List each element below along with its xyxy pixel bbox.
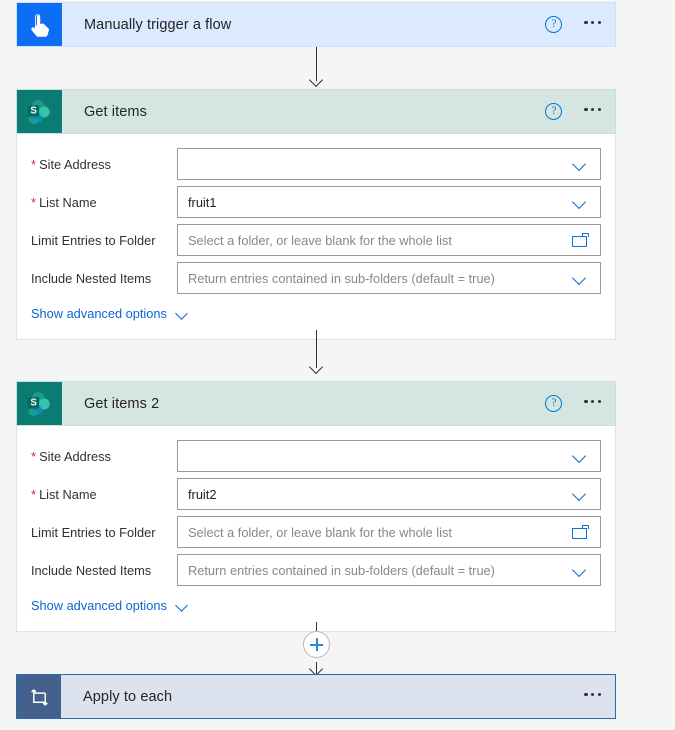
show-advanced-options-link[interactable]: Show advanced options xyxy=(31,306,601,321)
step-header-actions: ? xyxy=(545,3,615,46)
required-asterisk: * xyxy=(31,448,37,464)
chevron-down-icon[interactable] xyxy=(572,194,588,210)
link-text: Show advanced options xyxy=(31,306,167,321)
step-body: * Site Address * List Name fruit1 Limit … xyxy=(16,134,616,340)
flow-designer-canvas: Manually trigger a flow ? S Get items ? … xyxy=(0,0,675,730)
link-text: Show advanced options xyxy=(31,598,167,613)
tap-hand-icon xyxy=(17,3,62,46)
label-text: List Name xyxy=(39,486,97,502)
sharepoint-icon: S xyxy=(17,382,62,425)
show-advanced-options-link[interactable]: Show advanced options xyxy=(31,598,601,613)
label-text: Include Nested Items xyxy=(31,562,152,578)
field-label: Limit Entries to Folder xyxy=(31,233,177,248)
field-label: * List Name xyxy=(31,487,177,502)
label-text: Limit Entries to Folder xyxy=(31,524,156,540)
input-placeholder: Select a folder, or leave blank for the … xyxy=(188,524,452,540)
list-name-input[interactable]: fruit2 xyxy=(177,478,601,510)
chevron-down-icon[interactable] xyxy=(572,270,588,286)
label-text: Limit Entries to Folder xyxy=(31,232,156,248)
include-nested-input[interactable]: Return entries contained in sub-folders … xyxy=(177,554,601,586)
step-header[interactable]: S Get items 2 ? xyxy=(16,381,616,426)
sharepoint-glyph: S xyxy=(27,100,50,125)
flow-step-trigger[interactable]: Manually trigger a flow ? xyxy=(16,2,616,47)
more-commands-icon[interactable] xyxy=(584,399,601,407)
label-text: Include Nested Items xyxy=(31,270,152,286)
limit-entries-input[interactable]: Select a folder, or leave blank for the … xyxy=(177,516,601,548)
field-include-nested-items: Include Nested Items Return entries cont… xyxy=(31,554,601,586)
input-value: fruit2 xyxy=(188,486,217,502)
step-header-actions: ? xyxy=(545,382,615,425)
step-title: Apply to each xyxy=(83,688,173,705)
chevron-down-icon xyxy=(176,307,190,321)
loop-glyph xyxy=(30,689,48,706)
required-asterisk: * xyxy=(31,156,37,172)
input-placeholder: Return entries contained in sub-folders … xyxy=(188,270,495,286)
field-label: * Site Address xyxy=(31,449,177,464)
step-title: Manually trigger a flow xyxy=(84,16,232,33)
connector-getitems1-to-getitems2 xyxy=(309,330,325,375)
list-name-input[interactable]: fruit1 xyxy=(177,186,601,218)
flow-step-get-items-2[interactable]: S Get items 2 ? * Site Address * List Na… xyxy=(16,381,616,632)
site-address-input[interactable] xyxy=(177,148,601,180)
more-commands-icon[interactable] xyxy=(584,692,601,700)
field-label: Limit Entries to Folder xyxy=(31,525,177,540)
chevron-down-icon[interactable] xyxy=(572,562,588,578)
step-title: Get items 2 xyxy=(84,395,160,412)
label-text: Site Address xyxy=(39,448,111,464)
flow-step-get-items-1[interactable]: S Get items ? * Site Address * List Name… xyxy=(16,89,616,340)
tap-hand-glyph xyxy=(30,13,49,37)
site-address-input[interactable] xyxy=(177,440,601,472)
field-list-name: * List Name fruit2 xyxy=(31,478,601,510)
connector-trigger-to-getitems1 xyxy=(309,47,325,89)
step-title: Get items xyxy=(84,103,147,120)
label-text: Site Address xyxy=(39,156,111,172)
insert-step-button[interactable] xyxy=(303,631,330,658)
limit-entries-input[interactable]: Select a folder, or leave blank for the … xyxy=(177,224,601,256)
help-icon[interactable]: ? xyxy=(545,103,563,120)
sharepoint-icon: S xyxy=(17,90,62,133)
chevron-down-icon[interactable] xyxy=(572,448,588,464)
step-header[interactable]: Manually trigger a flow ? xyxy=(16,2,616,47)
more-commands-icon[interactable] xyxy=(584,107,601,115)
field-limit-entries-to-folder: Limit Entries to Folder Select a folder,… xyxy=(31,224,601,256)
include-nested-input[interactable]: Return entries contained in sub-folders … xyxy=(177,262,601,294)
required-asterisk: * xyxy=(31,486,37,502)
label-text: List Name xyxy=(39,194,97,210)
input-value: fruit1 xyxy=(188,194,217,210)
folder-picker-icon[interactable] xyxy=(572,233,589,247)
help-icon[interactable]: ? xyxy=(545,395,563,412)
field-label: Include Nested Items xyxy=(31,563,177,578)
step-header-actions: ? xyxy=(545,90,615,133)
help-icon[interactable]: ? xyxy=(545,16,563,33)
field-list-name: * List Name fruit1 xyxy=(31,186,601,218)
field-label: Include Nested Items xyxy=(31,271,177,286)
chevron-down-icon[interactable] xyxy=(572,486,588,502)
svg-text:S: S xyxy=(30,106,37,117)
sharepoint-glyph: S xyxy=(27,392,50,417)
field-label: * Site Address xyxy=(31,157,177,172)
field-include-nested-items: Include Nested Items Return entries cont… xyxy=(31,262,601,294)
field-site-address: * Site Address xyxy=(31,440,601,472)
required-asterisk: * xyxy=(31,194,37,210)
input-placeholder: Return entries contained in sub-folders … xyxy=(188,562,495,578)
chevron-down-icon[interactable] xyxy=(572,156,588,172)
step-header[interactable]: S Get items ? xyxy=(16,89,616,134)
step-header-actions xyxy=(584,675,615,718)
loop-icon xyxy=(17,675,61,718)
field-limit-entries-to-folder: Limit Entries to Folder Select a folder,… xyxy=(31,516,601,548)
step-body: * Site Address * List Name fruit2 Limit … xyxy=(16,426,616,632)
chevron-down-icon xyxy=(176,599,190,613)
more-commands-icon[interactable] xyxy=(584,20,601,28)
field-label: * List Name xyxy=(31,195,177,210)
flow-step-apply-to-each[interactable]: Apply to each xyxy=(16,674,616,719)
svg-text:S: S xyxy=(30,398,37,409)
input-placeholder: Select a folder, or leave blank for the … xyxy=(188,232,452,248)
folder-picker-icon[interactable] xyxy=(572,525,589,539)
field-site-address: * Site Address xyxy=(31,148,601,180)
